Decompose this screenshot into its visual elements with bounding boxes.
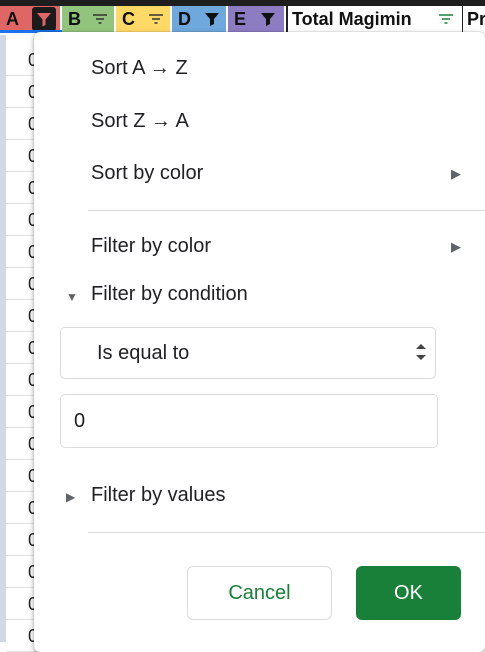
- select-arrows-icon: [415, 340, 427, 364]
- column-header-a[interactable]: A: [0, 6, 60, 32]
- column-label: A: [6, 8, 19, 29]
- filter-menu: Sort A → Z Sort Z → A Sort by color ▶ Fi…: [34, 32, 485, 652]
- ok-button[interactable]: OK: [356, 566, 461, 620]
- collapse-triangle-icon[interactable]: ▼: [66, 290, 78, 304]
- submenu-arrow-icon: ▶: [451, 239, 461, 254]
- menu-divider: [88, 532, 485, 533]
- sort-z-a-item[interactable]: Sort Z → A: [91, 110, 189, 133]
- filter-active-icon[interactable]: [258, 9, 278, 29]
- filter-icon[interactable]: [90, 9, 110, 29]
- column-label: Pr: [467, 8, 485, 29]
- column-header-partial[interactable]: Pr: [462, 6, 485, 32]
- column-label: C: [122, 8, 135, 29]
- sort-a-z-item[interactable]: Sort A → Z: [91, 57, 188, 80]
- cancel-button[interactable]: Cancel: [187, 566, 332, 620]
- column-header-total-magimin[interactable]: Total Magimin: [286, 6, 460, 32]
- condition-value-input[interactable]: 0: [60, 394, 438, 448]
- submenu-arrow-icon: ▶: [451, 166, 461, 181]
- column-label: D: [178, 8, 191, 29]
- column-label: E: [234, 8, 247, 29]
- filter-by-color-item[interactable]: Filter by color: [91, 235, 211, 258]
- column-header-row: A B C D E Total Magimin Pr: [0, 0, 485, 35]
- filter-active-icon[interactable]: [202, 9, 222, 29]
- filter-by-condition-item[interactable]: Filter by condition: [91, 283, 248, 306]
- column-header-b[interactable]: B: [62, 6, 114, 32]
- filter-active-icon[interactable]: [32, 7, 56, 31]
- column-label: Total Magimin: [292, 8, 412, 29]
- column-label: B: [68, 8, 81, 29]
- column-header-c[interactable]: C: [116, 6, 170, 32]
- condition-select-value: Is equal to: [97, 342, 190, 364]
- filter-by-values-item[interactable]: Filter by values: [91, 484, 226, 507]
- expand-triangle-icon[interactable]: ▶: [66, 490, 75, 504]
- sort-by-color-item[interactable]: Sort by color: [91, 162, 203, 185]
- column-header-e[interactable]: E: [228, 6, 284, 32]
- column-header-d[interactable]: D: [172, 6, 226, 32]
- menu-divider: [88, 210, 485, 211]
- filter-icon[interactable]: [436, 9, 456, 29]
- condition-select[interactable]: Is equal to: [60, 327, 436, 379]
- filter-icon[interactable]: [146, 9, 166, 29]
